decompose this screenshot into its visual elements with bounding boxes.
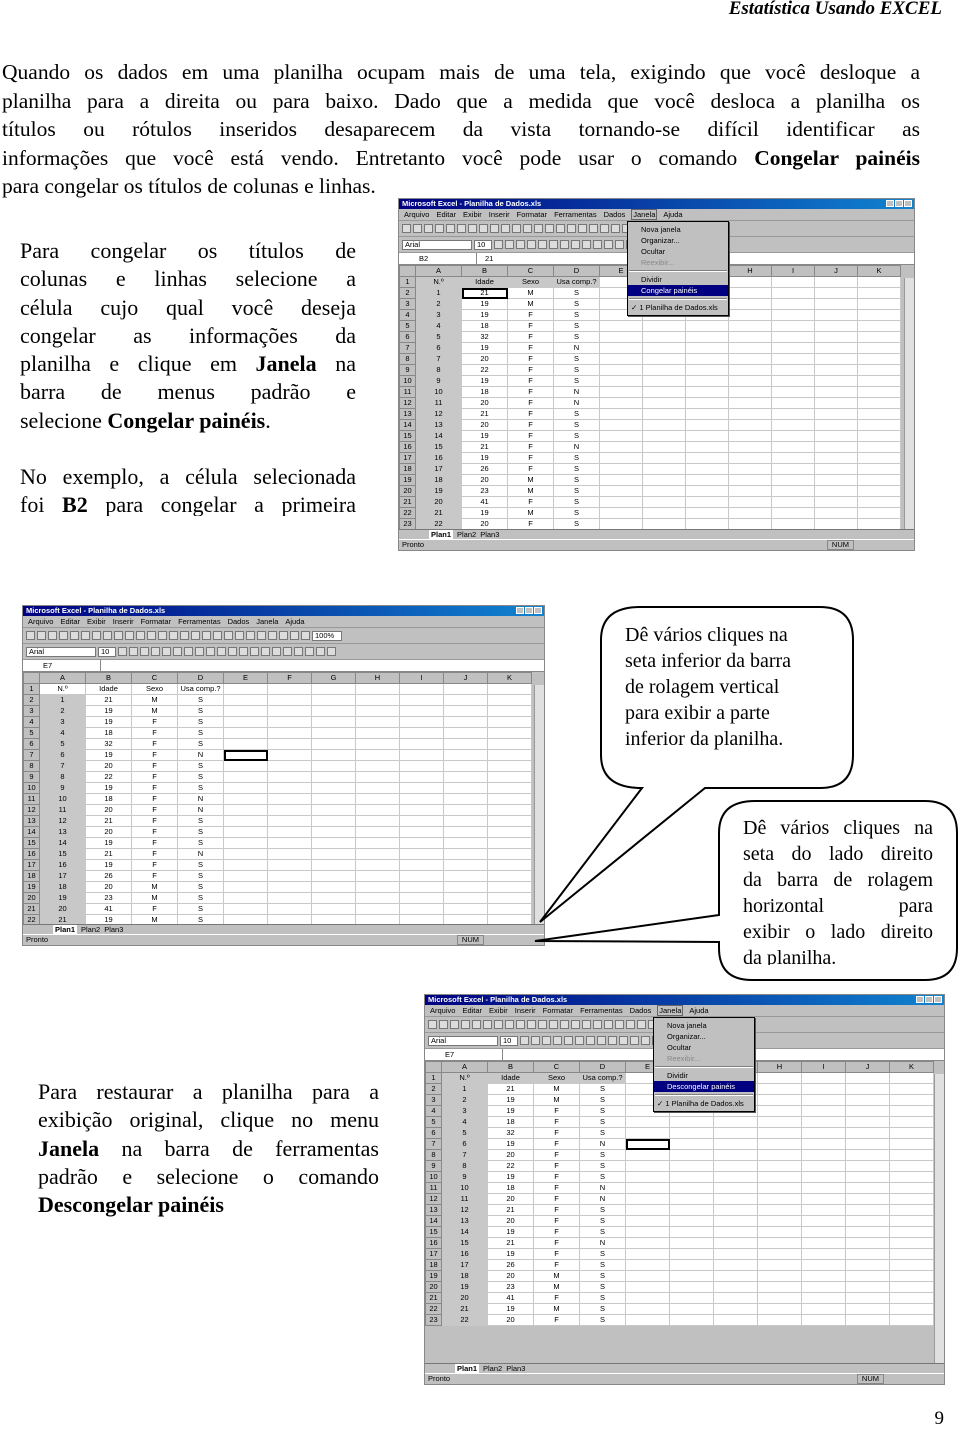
callout-line: seta inferior da barra [625, 650, 792, 672]
callout-line: inferior da planilha. [625, 728, 784, 750]
callout-line: seta do lado direito [743, 843, 933, 865]
document-page: Estatística Usando EXCEL Quando os dados… [0, 0, 960, 1430]
menu-item[interactable]: Nova janela [654, 1020, 754, 1031]
callout-line: para exibir a parte [625, 702, 770, 724]
janela-dropdown-menu: Nova janela Organizar... Ocultar Reexibir..… [627, 221, 729, 316]
callout-line: Dê vários cliques na [625, 624, 788, 646]
callout-line: de rolagem vertical [625, 676, 780, 698]
callout-line: da barra de rolagem [743, 869, 933, 891]
callout-line: exibir o lado direito [743, 921, 933, 943]
menu-item[interactable]: Organizar... [628, 235, 728, 246]
callout-line: da planilha. [743, 947, 837, 965]
menu-item[interactable]: Ocultar [654, 1042, 754, 1053]
menu-separator [655, 1066, 753, 1068]
page-number: 9 [934, 1408, 945, 1429]
menu-item[interactable]: Organizar... [654, 1031, 754, 1042]
callout-line: horizontal para [743, 895, 933, 917]
menu-item[interactable]: Ocultar [628, 246, 728, 257]
menu-item[interactable]: Dividir [654, 1070, 754, 1081]
menu-item: Reexibir... [667, 1054, 701, 1063]
menu-item: Reexibir... [641, 258, 675, 267]
menu-separator [629, 270, 727, 272]
menu-item[interactable]: Congelar painéis [628, 285, 728, 296]
menu-item[interactable]: Nova janela [628, 224, 728, 235]
janela-dropdown-menu: Nova janela Organizar... Ocultar Reexibir..… [653, 1017, 755, 1112]
menu-item[interactable]: Dividir [628, 274, 728, 285]
menu-separator [655, 1094, 753, 1096]
callout-horizontal-text: Dê vários cliques na seta do lado direit… [743, 815, 933, 965]
menu-item[interactable]: ✓ 1 Planilha de Dados.xls [628, 302, 728, 313]
menu-item[interactable]: ✓ 1 Planilha de Dados.xls [654, 1098, 754, 1109]
menu-item[interactable]: Descongelar painéis [654, 1081, 754, 1092]
callout-vertical-text: Dê vários cliques na seta inferior da ba… [625, 622, 840, 752]
menu-separator [629, 298, 727, 300]
callout-line: Dê vários cliques na [743, 817, 933, 839]
